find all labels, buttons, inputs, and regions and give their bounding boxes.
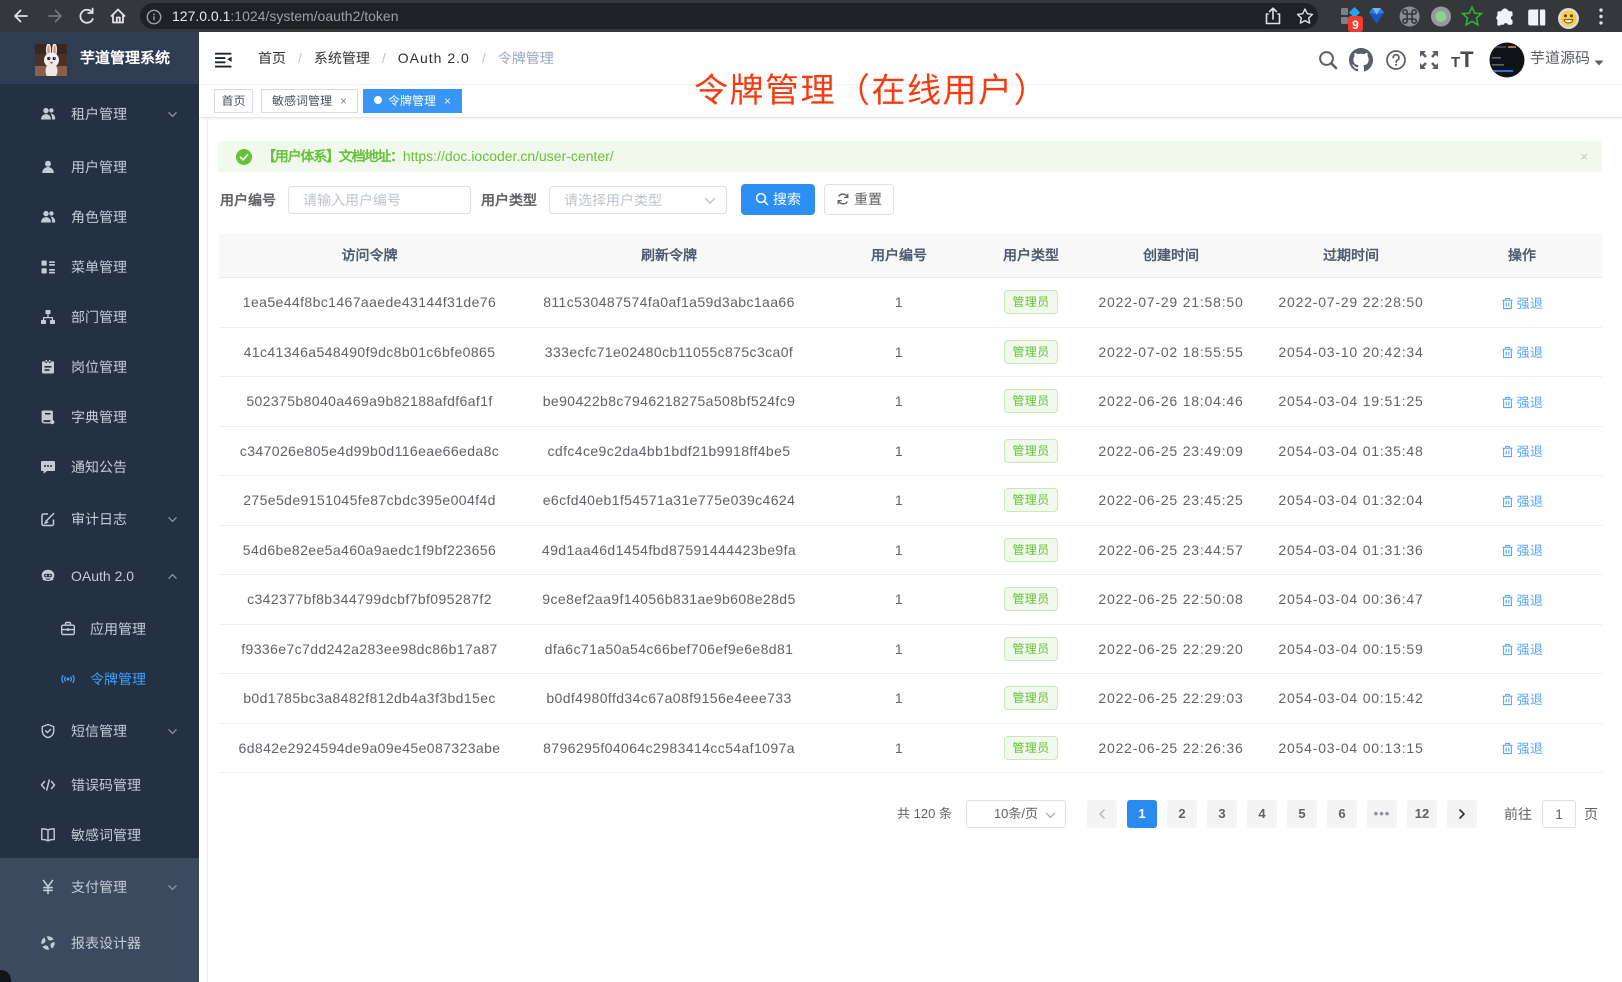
svg-text:9: 9	[1352, 18, 1359, 32]
